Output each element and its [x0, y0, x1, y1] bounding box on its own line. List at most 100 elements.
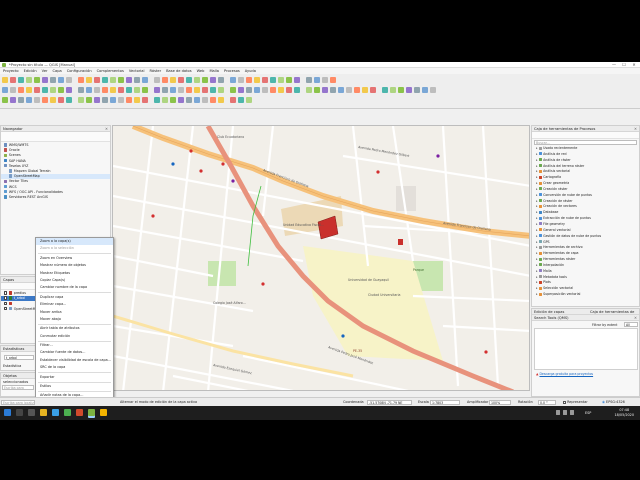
toolbar-button-icon[interactable]	[142, 77, 148, 83]
toolbar-button-icon[interactable]	[86, 77, 92, 83]
map-canvas[interactable]: Club Ecuatoriano Avenida Francisco de Or…	[112, 125, 530, 391]
toolbar-button-icon[interactable]	[270, 77, 276, 83]
expand-icon[interactable]: ▸	[536, 204, 538, 208]
toolbar-button-icon[interactable]	[58, 97, 64, 103]
toolbar-button-icon[interactable]	[262, 87, 268, 93]
toolbar-button-icon[interactable]	[26, 87, 32, 93]
toolbar-button-icon[interactable]	[154, 87, 160, 93]
expand-icon[interactable]: ▸	[536, 210, 538, 214]
toolbar-button-icon[interactable]	[170, 87, 176, 93]
toolbar-button-icon[interactable]	[10, 77, 16, 83]
chrome-icon[interactable]	[100, 409, 107, 416]
menu-item[interactable]: Edición	[24, 69, 37, 73]
toolbar-button-icon[interactable]	[170, 97, 176, 103]
news-link[interactable]: Descarga gratuita para proyectos	[539, 372, 593, 376]
menu-item[interactable]: Vectorial	[129, 69, 145, 73]
toolbar-button-icon[interactable]	[210, 87, 216, 93]
expand-icon[interactable]: ▸	[536, 280, 538, 284]
toolbar-button-icon[interactable]	[58, 77, 64, 83]
network-icon[interactable]	[563, 410, 567, 415]
toolbar-button-icon[interactable]	[382, 87, 388, 93]
toolbar-button-icon[interactable]	[18, 87, 24, 93]
context-menu-item[interactable]: Zoom en Overview	[36, 255, 113, 262]
context-menu-item[interactable]: Mostrar Etiquetas	[36, 270, 113, 277]
toolbar-button-icon[interactable]	[126, 77, 132, 83]
toolbar-button-icon[interactable]	[262, 77, 268, 83]
objects-search-input[interactable]: Escriba para localizar (Ctrl+K)	[2, 385, 34, 390]
toolbar-button-icon[interactable]	[162, 97, 168, 103]
toolbar-button-icon[interactable]	[218, 87, 224, 93]
menu-item[interactable]: Proyecto	[3, 69, 19, 73]
toolbar-button-icon[interactable]	[230, 97, 236, 103]
toolbar-button-icon[interactable]	[294, 87, 300, 93]
toolbar-button-icon[interactable]	[42, 77, 48, 83]
menu-item[interactable]: Complementos	[97, 69, 124, 73]
navigator-item[interactable]: Servidores REST ArcGIS	[1, 195, 110, 200]
toolbar-button-icon[interactable]	[94, 97, 100, 103]
excel-icon[interactable]	[64, 409, 71, 416]
menu-item[interactable]: Capa	[53, 69, 62, 73]
toolbar-button-icon[interactable]	[50, 87, 56, 93]
toolbar-button-icon[interactable]	[34, 97, 40, 103]
toolbar-button-icon[interactable]	[178, 77, 184, 83]
expand-icon[interactable]: ▸	[536, 169, 538, 173]
expand-icon[interactable]: ▸	[536, 245, 538, 249]
menu-item[interactable]: Ráster	[150, 69, 162, 73]
processing-search-input[interactable]: Buscar...	[534, 140, 637, 145]
toolbar-button-icon[interactable]	[362, 87, 368, 93]
magnifier-field[interactable]: 100%	[489, 399, 511, 405]
toolbar-button-icon[interactable]	[194, 77, 200, 83]
menu-item[interactable]: Ayuda	[245, 69, 256, 73]
toolbar-button-icon[interactable]	[134, 87, 140, 93]
toolbar-button-icon[interactable]	[10, 87, 16, 93]
toolbar-button-icon[interactable]	[34, 77, 40, 83]
toolbar-button-icon[interactable]	[354, 87, 360, 93]
panel-close-icon[interactable]: ✕	[634, 315, 637, 321]
toolbar-button-icon[interactable]	[406, 87, 412, 93]
toolbar-button-icon[interactable]	[194, 97, 200, 103]
expand-icon[interactable]: ▸	[536, 199, 538, 203]
context-menu-item[interactable]: SRC de la capa	[36, 364, 113, 371]
expand-icon[interactable]: ▸	[536, 146, 538, 150]
toolbar-button-icon[interactable]	[286, 87, 292, 93]
toolbar-button-icon[interactable]	[126, 97, 132, 103]
toolbar-button-icon[interactable]	[66, 77, 72, 83]
context-menu-item[interactable]: Copiar Capa(s)	[36, 277, 113, 284]
toolbar-button-icon[interactable]	[246, 87, 252, 93]
tray-icon[interactable]	[556, 410, 560, 415]
toolbar-button-icon[interactable]	[178, 97, 184, 103]
expand-icon[interactable]: ▸	[536, 193, 538, 197]
toolbar-button-icon[interactable]	[94, 77, 100, 83]
toolbar-button-icon[interactable]	[322, 87, 328, 93]
filter-by-extent-label[interactable]: Filtrar by extent	[592, 323, 617, 327]
toolbar-button-icon[interactable]	[202, 77, 208, 83]
toolbar-button-icon[interactable]	[102, 77, 108, 83]
panel-close-icon[interactable]: ✕	[634, 126, 637, 132]
toolbar-button-icon[interactable]	[314, 77, 320, 83]
toolbar-button-icon[interactable]	[254, 77, 260, 83]
expand-icon[interactable]: ▸	[536, 234, 538, 238]
toolbar-button-icon[interactable]	[102, 87, 108, 93]
expand-icon[interactable]: ▸	[536, 275, 538, 279]
toolbar-button-icon[interactable]	[126, 87, 132, 93]
toolbar-button-icon[interactable]	[218, 77, 224, 83]
toolbar-button-icon[interactable]	[34, 87, 40, 93]
toolbar-button-icon[interactable]	[230, 77, 236, 83]
context-menu-item[interactable]: Eliminar capa...	[36, 301, 113, 308]
expand-icon[interactable]: ▸	[536, 187, 538, 191]
expand-icon[interactable]: ▸	[536, 228, 538, 232]
toolbar-button-icon[interactable]	[110, 87, 116, 93]
toolbar-button-icon[interactable]	[346, 87, 352, 93]
toolbar-button-icon[interactable]	[294, 77, 300, 83]
toolbar-button-icon[interactable]	[50, 97, 56, 103]
context-menu-item[interactable]: Filtrar...	[36, 342, 113, 349]
crs-button[interactable]: EPSG:4326	[606, 400, 625, 404]
toolbar-button-icon[interactable]	[390, 87, 396, 93]
toolbar-button-icon[interactable]	[270, 87, 276, 93]
toolbar-button-icon[interactable]	[118, 97, 124, 103]
toolbar-button-icon[interactable]	[26, 97, 32, 103]
expand-icon[interactable]: ▸	[536, 251, 538, 255]
toolbar-button-icon[interactable]	[338, 87, 344, 93]
toolbar-button-icon[interactable]	[78, 97, 84, 103]
context-menu-item[interactable]: Mover arriba	[36, 309, 113, 316]
